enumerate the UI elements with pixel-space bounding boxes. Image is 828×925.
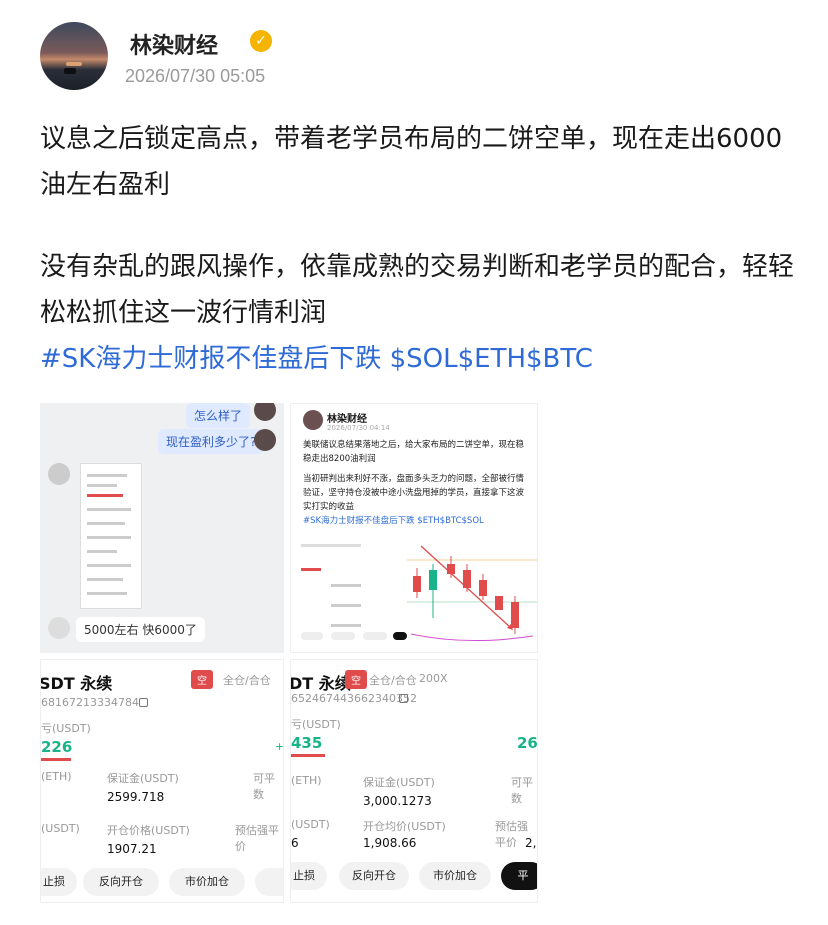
repost-text: 美联储议息结果落地之后，给大家布局的二饼空单，现在稳稳走出8200油利润 当初研…	[303, 438, 531, 528]
trade-left-mode: 全仓/合仓	[223, 674, 271, 687]
repost-candle-chart	[407, 545, 537, 642]
image-trade-left[interactable]: SDT 永续 空 全仓/合仓 681672133347​84 亏(USDT) 2…	[40, 659, 284, 903]
trade-left-stoploss-button[interactable]: 止损	[41, 868, 77, 896]
repost-author: 林染财经	[327, 414, 367, 425]
trade-right-add-button[interactable]: 市价加仓	[419, 862, 491, 890]
verified-badge-icon: ✓	[250, 30, 272, 52]
chat-bubble-q2: 现在盈利多少了?	[158, 429, 265, 454]
trade-left-pnl-label: 亏(USDT)	[41, 722, 91, 735]
trade-right-entry-left-label: (USDT)	[291, 818, 330, 831]
image-repost[interactable]: 林染财经 2026/07/30 04:14 美联储议息结果落地之后，给大家布局的…	[290, 403, 538, 653]
post-date: 2026/07/30 05:05	[125, 66, 266, 86]
repost-text-2: 当初研判出来利好不涨，盘面多头乏力的问题，全部被行情验证，坚守持仓没被中途小洗盘…	[303, 474, 525, 512]
trade-right-pnl: 435	[291, 734, 323, 752]
trade-right-pnl-label: 亏(USDT)	[291, 718, 341, 731]
trade-right-title: DT 永续	[290, 674, 351, 693]
trade-right-close-button[interactable]: 平	[501, 862, 537, 890]
copy-icon[interactable]	[139, 698, 148, 707]
post-body: 议息之后锁定高点，带着老学员布局的二饼空单，现在走出6000油左右盈利 没有杂乱…	[40, 116, 800, 382]
chat-avatar-1	[254, 403, 276, 421]
trade-right-leverage: 200X	[419, 672, 448, 685]
trade-right-side: 空	[345, 670, 367, 689]
chat-avatar-2	[254, 429, 276, 451]
plus-icon: +	[275, 740, 284, 753]
trade-left-entry-left-label: (USDT)	[41, 822, 80, 835]
trade-right-closable-label: 可平数	[511, 776, 533, 805]
image-chat[interactable]: 怎么样了 现在盈利多少了? 5000左右 快6000了	[40, 403, 284, 653]
trade-right-stoploss-button[interactable]: 止损	[291, 862, 327, 890]
trade-left-order-id: 681672133347​84	[41, 696, 139, 709]
trade-left-liq-label: 预估强平价	[235, 824, 279, 853]
post-header: 林染财经 ✓ 2026/07/30 05:05	[40, 22, 800, 94]
repost-tags: #SK海力士财报不佳盘后下跌 $ETH$BTC$SOL	[303, 516, 484, 526]
chat-bubble-q1: 怎么样了	[186, 403, 251, 428]
trade-right-liq: 2,	[525, 836, 537, 850]
trade-left-margin-label: 保证金(USDT)	[107, 772, 179, 785]
post-paragraph-1: 议息之后锁定高点，带着老学员布局的二饼空单，现在走出6000油左右盈利	[40, 124, 783, 200]
copy-icon[interactable]	[399, 694, 408, 703]
trade-right-margin: 3,000.1273	[363, 794, 432, 808]
trade-left-side: 空	[191, 670, 213, 689]
trade-right-margin-label: 保证金(USDT)	[363, 776, 435, 789]
image-grid: 怎么样了 现在盈利多少了? 5000左右 快6000了 林染财经 2026/07…	[40, 403, 538, 903]
trade-right-size: 6	[291, 836, 299, 850]
trade-right-entry: 1,908.66	[363, 836, 417, 850]
post-paragraph-2: 没有杂乱的跟风操作，依靠成熟的交易判断和老学员的配合，轻轻松松抓住这一波行情利润	[40, 252, 795, 328]
author-name[interactable]: 林染财经	[130, 28, 218, 60]
chat-avatar-4	[48, 617, 70, 639]
repost-trade-mini	[301, 544, 407, 644]
trade-left-pnl: 226	[41, 738, 73, 756]
chat-avatar-3	[48, 463, 70, 485]
trade-right-mode: 全仓/合仓	[369, 674, 417, 687]
post-tags-link[interactable]: #SK海力士财报不佳盘后下跌 $SOL$ETH$BTC	[40, 336, 800, 382]
avatar-sunset	[66, 62, 82, 66]
chat-phone-screenshot	[80, 463, 142, 609]
trade-right-entry-label: 开仓均价(USDT)	[363, 820, 446, 833]
trade-right-pnl-right: 267	[517, 734, 538, 752]
repost-avatar	[303, 410, 323, 430]
trade-left-margin: 2599.718	[107, 790, 165, 804]
image-trade-right[interactable]: DT 永续 空 全仓/合仓 200X 652467443662340352 亏(…	[290, 659, 538, 903]
trade-left-entry: 1907.21	[107, 842, 157, 856]
author-avatar[interactable]	[40, 22, 108, 90]
candle-6	[495, 596, 503, 610]
chat-bubble-reply: 5000左右 快6000了	[76, 617, 205, 642]
trade-left-more-button[interactable]	[255, 868, 283, 896]
trade-right-size-label: (ETH)	[291, 774, 322, 787]
trade-left-size-label: (ETH)	[41, 770, 72, 783]
trade-right-reverse-button[interactable]: 反向开仓	[339, 862, 409, 890]
trade-left-closable-label: 可平数	[253, 772, 275, 801]
trade-left-entry-label: 开仓价格(USDT)	[107, 824, 190, 837]
repost-text-1: 美联储议息结果落地之后，给大家布局的二饼空单，现在稳稳走出8200油利润	[303, 440, 525, 464]
trade-left-add-button[interactable]: 市价加仓	[169, 868, 245, 896]
trade-left-underline	[41, 758, 71, 761]
avatar-boat	[64, 68, 76, 74]
trade-left-title: SDT 永续	[40, 674, 113, 693]
trade-right-underline	[291, 754, 325, 757]
repost-date: 2026/07/30 04:14	[327, 424, 390, 432]
trade-left-reverse-button[interactable]: 反向开仓	[83, 868, 159, 896]
